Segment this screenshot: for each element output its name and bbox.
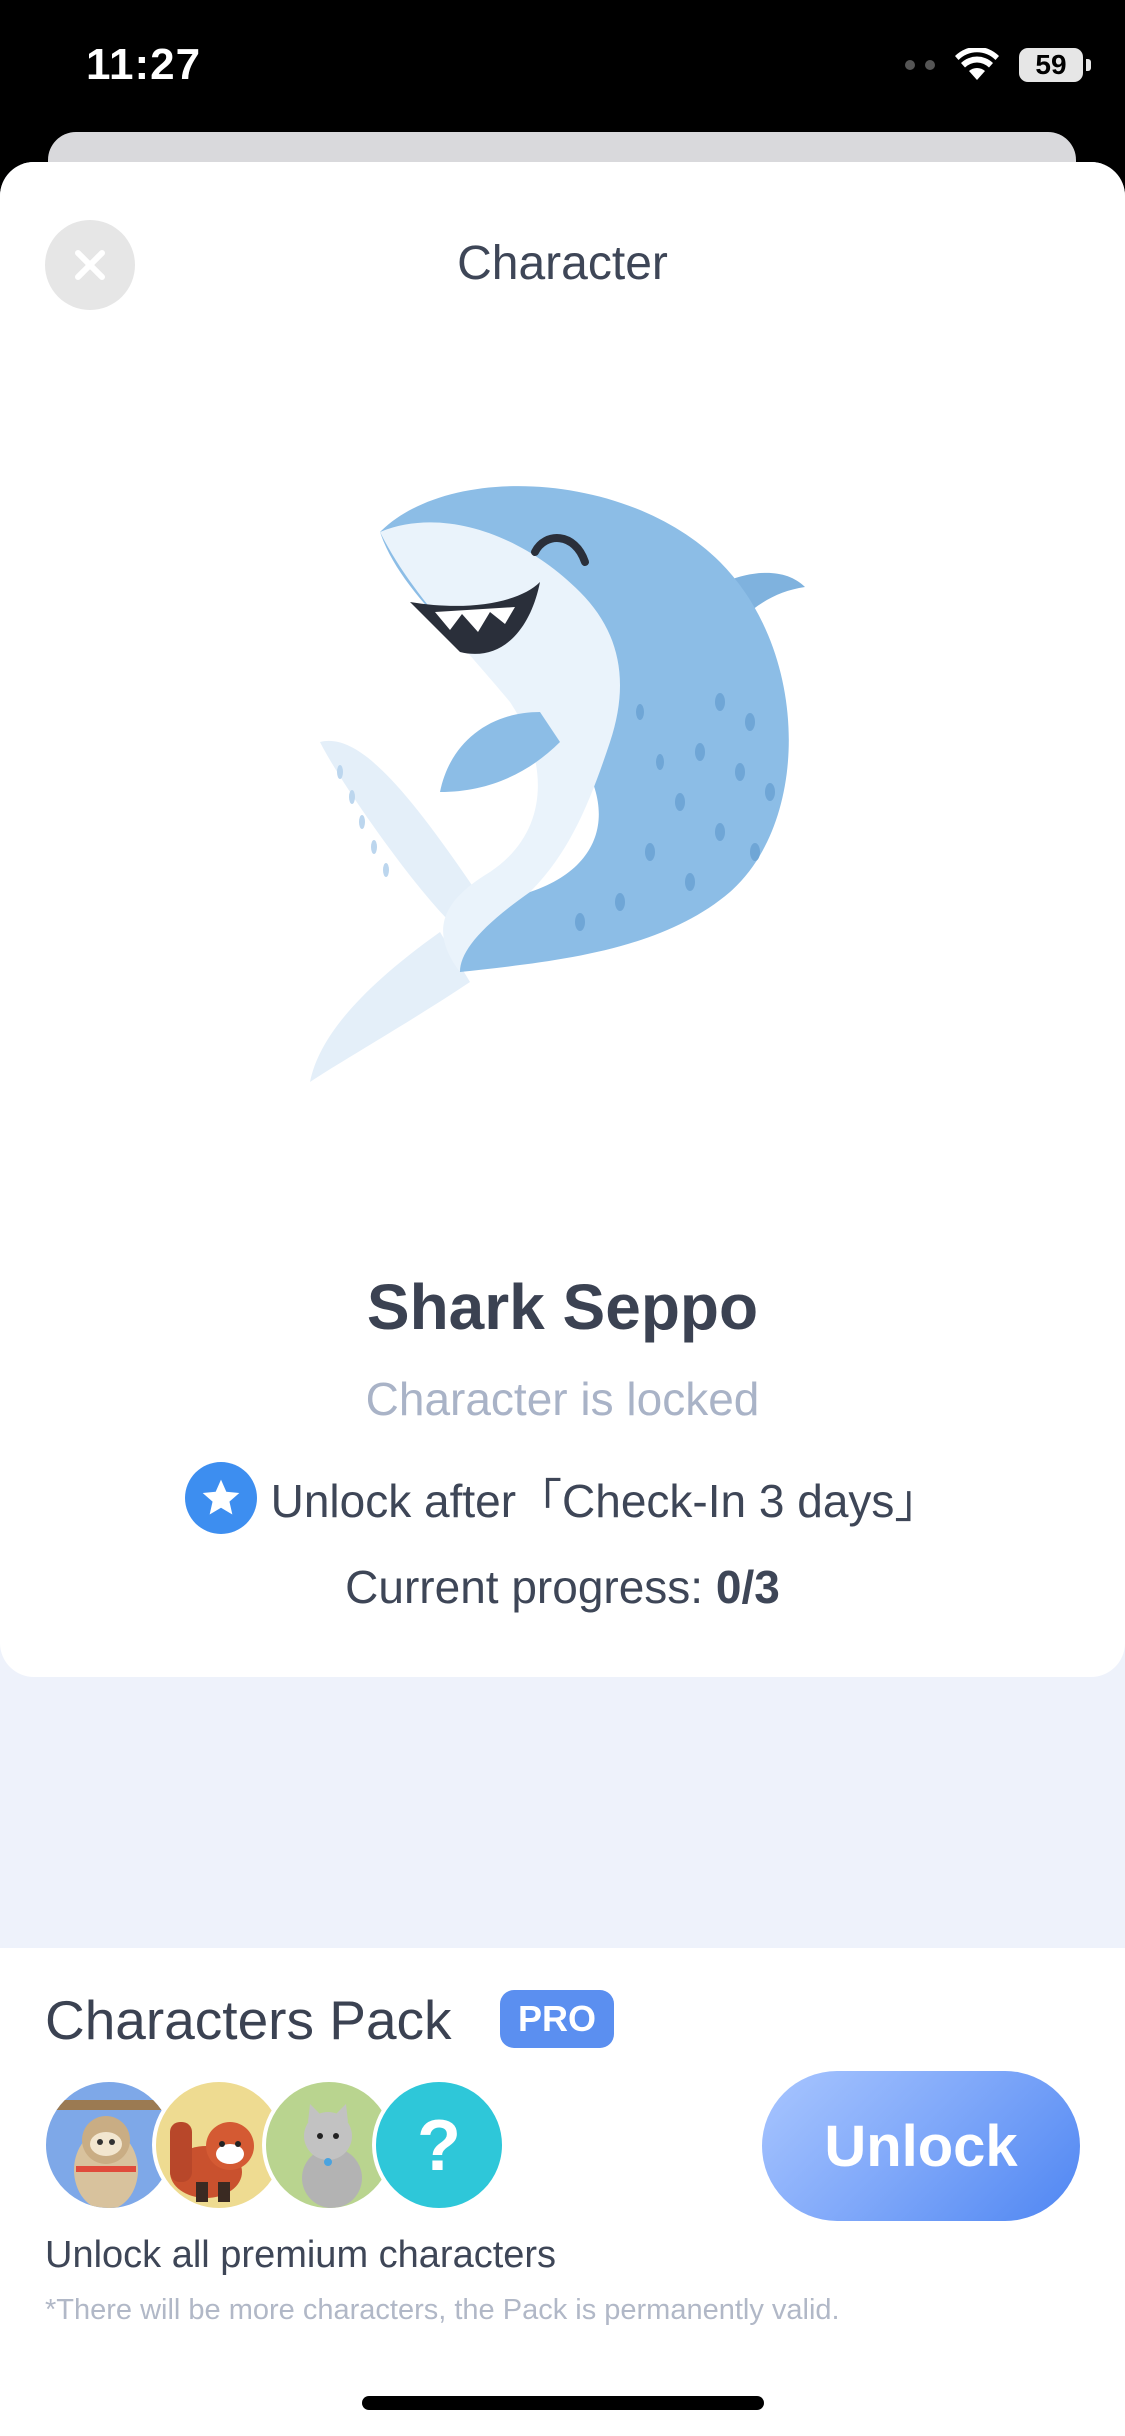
shark-illustration — [310, 486, 805, 1082]
current-progress: Current progress: 0/3 — [0, 1560, 1125, 1614]
unlock-condition-text: Unlock after「Check-In 3 days」 — [270, 1475, 941, 1527]
pack-avatars: ? — [42, 2078, 512, 2212]
home-indicator[interactable] — [362, 2396, 764, 2410]
progress-value: 0/3 — [715, 1561, 780, 1613]
character-name: Shark Seppo — [366, 1271, 759, 1343]
character-card: Character Shark Seppo Character is locke… — [0, 162, 1125, 1677]
characters-pack-panel: Characters Pack PRO ? Unlock Unlock all … — [0, 1948, 1125, 2436]
status-bar: 11:27 59 — [0, 0, 1125, 140]
pack-description: Unlock all premium characters — [45, 2234, 557, 2276]
status-time: 11:27 — [86, 40, 202, 89]
cellular-signal-icon — [905, 60, 935, 70]
pro-badge: PRO — [500, 1990, 614, 2048]
star-icon — [184, 1462, 257, 1534]
unlock-condition: Unlock after「Check-In 3 days」 — [0, 1462, 1125, 1534]
wifi-icon — [955, 48, 999, 80]
page-title: Character — [457, 237, 668, 290]
status-icons: 59 — [905, 48, 1091, 82]
pack-title: Characters Pack — [45, 1989, 452, 2051]
mystery-avatar: ? — [372, 2078, 506, 2212]
battery-icon: 59 — [1019, 48, 1091, 82]
character-status: Character is locked — [365, 1373, 760, 1425]
unlock-button[interactable]: Unlock — [762, 2071, 1080, 2221]
pack-note: *There will be more characters, the Pack… — [45, 2294, 840, 2326]
progress-label: Current progress: — [345, 1561, 716, 1613]
svg-text:?: ? — [417, 2106, 461, 2186]
